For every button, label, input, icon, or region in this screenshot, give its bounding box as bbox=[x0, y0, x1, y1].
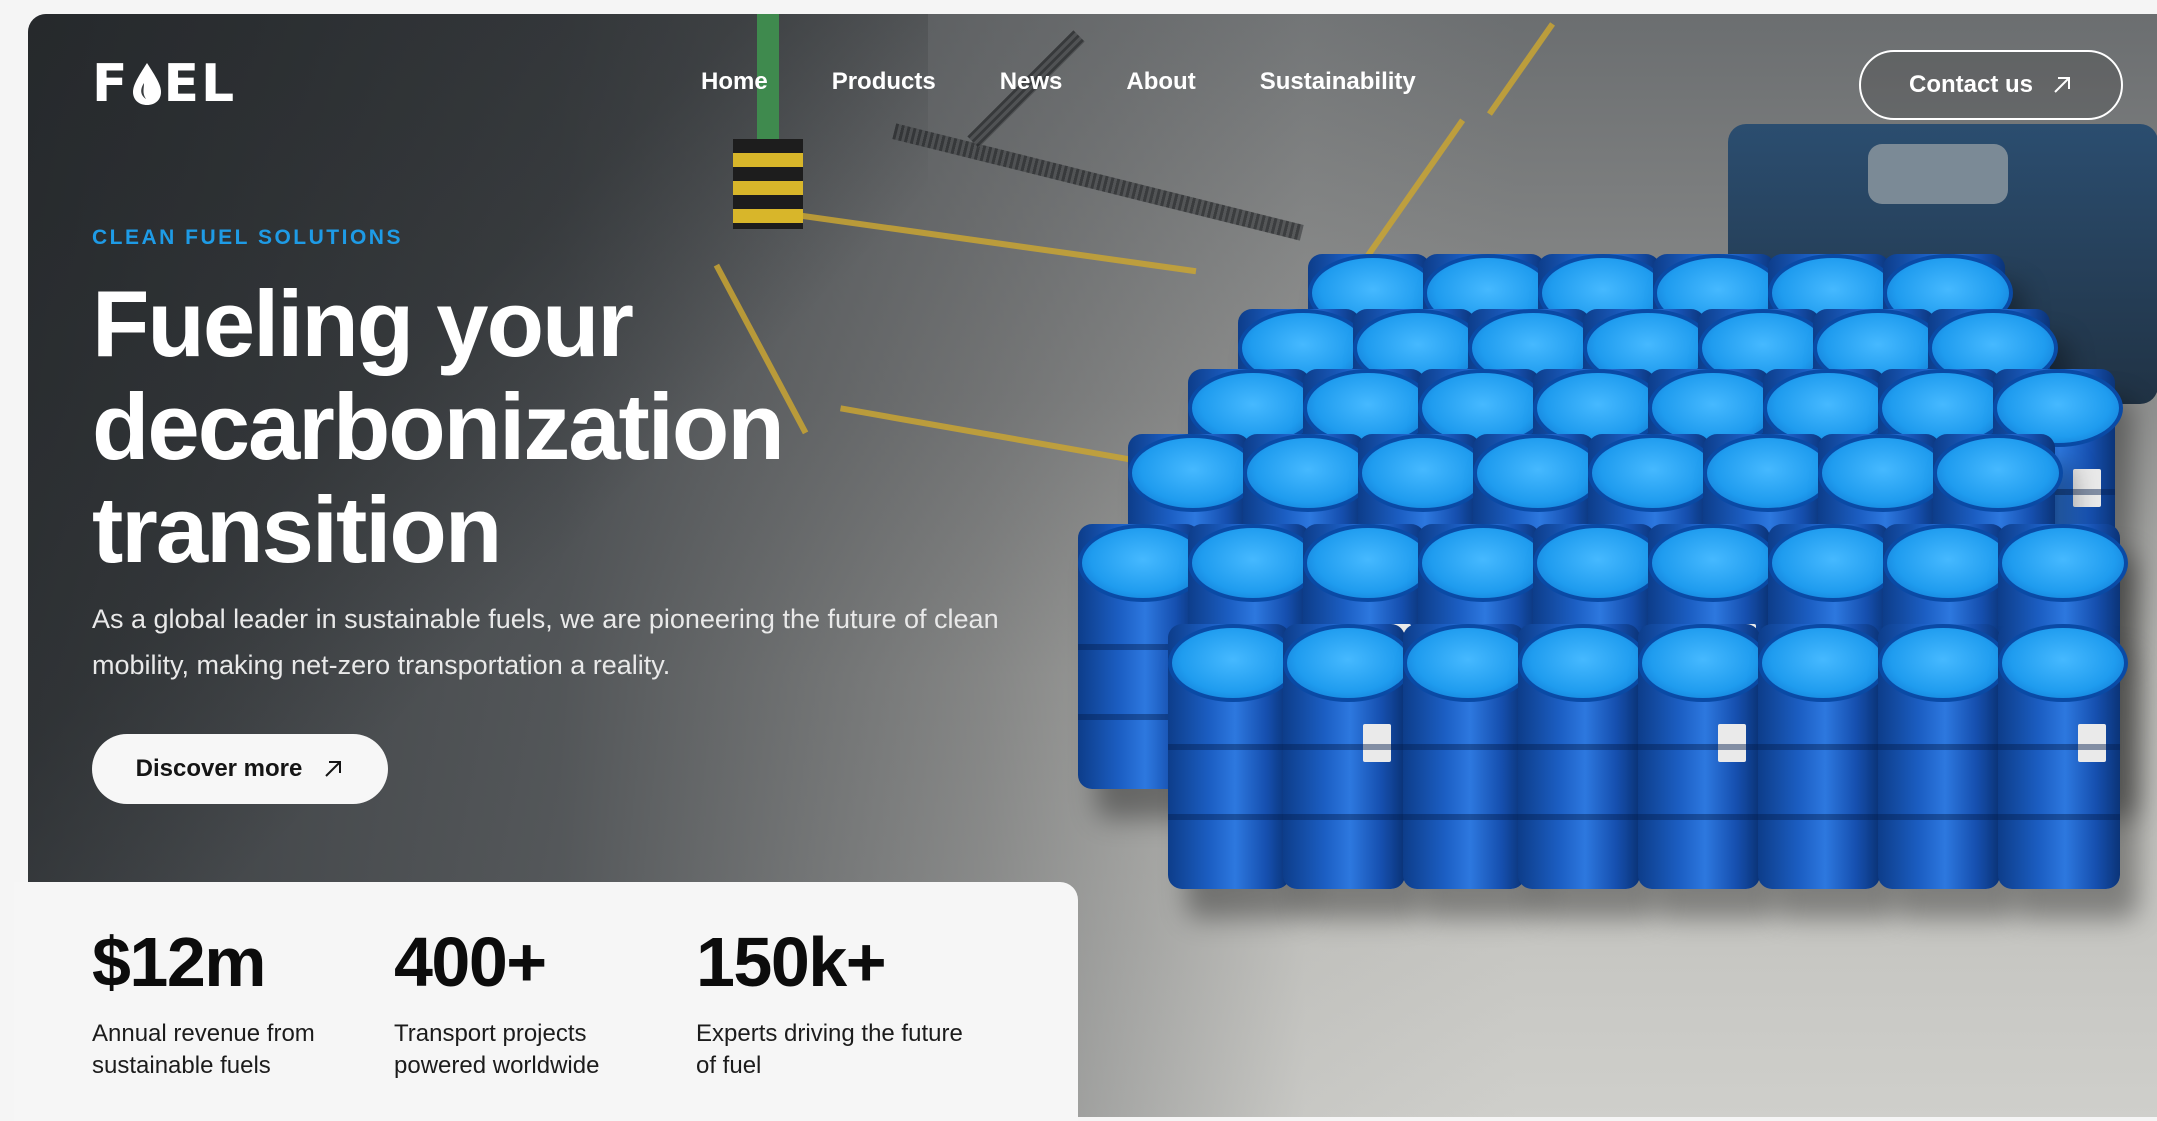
stat-value: 400+ bbox=[394, 923, 547, 1001]
flame-drop-icon bbox=[132, 63, 161, 105]
barrel-label bbox=[2078, 724, 2106, 762]
logo-text-left: F bbox=[92, 54, 130, 114]
barrel bbox=[1283, 624, 1413, 889]
headline-line-1: Fueling your bbox=[92, 271, 634, 376]
logo-text-right: EL bbox=[163, 54, 237, 114]
arrow-up-right-icon bbox=[325, 761, 342, 777]
barrel bbox=[1638, 624, 1768, 889]
hero-subtext: As a global leader in sustainable fuels,… bbox=[92, 596, 1072, 688]
subtext-line-2: mobility, making net-zero transportation… bbox=[92, 650, 671, 680]
stat-revenue: $12m Annual revenue from sustainable fue… bbox=[92, 922, 392, 1082]
contact-label: Contact us bbox=[1908, 71, 2033, 98]
nav-products[interactable]: Products bbox=[832, 68, 936, 96]
stat-value: $12m bbox=[92, 923, 267, 1001]
brand-logo[interactable]: F EL bbox=[92, 54, 237, 114]
stat-projects: 400+ Transport projects powered worldwid… bbox=[394, 922, 694, 1082]
main-nav: Home Products News About Sustainability bbox=[701, 68, 1480, 96]
barrel-label bbox=[2073, 469, 2101, 507]
barrel bbox=[1168, 624, 1298, 889]
floor-grate bbox=[892, 123, 1304, 241]
discover-more-button[interactable]: Discover more bbox=[92, 734, 388, 804]
discover-label: Discover more bbox=[135, 755, 303, 782]
barrel bbox=[1878, 624, 2008, 889]
barrel-label bbox=[1363, 724, 1391, 762]
stat-description: Annual revenue from sustainable fuels bbox=[92, 1018, 392, 1082]
barrel bbox=[1403, 624, 1533, 889]
nav-about[interactable]: About bbox=[1126, 68, 1195, 96]
safety-post bbox=[733, 14, 803, 229]
stat-description: Transport projects powered worldwide bbox=[394, 1018, 694, 1082]
forklift-seat bbox=[1868, 144, 2008, 204]
barrel bbox=[1758, 624, 1888, 889]
barrel-stack bbox=[1078, 234, 2157, 1117]
barrel bbox=[1518, 624, 1648, 889]
hero-eyebrow: CLEAN FUEL SOLUTIONS bbox=[92, 226, 403, 249]
stat-desc-line-2: sustainable fuels bbox=[92, 1052, 271, 1079]
arrow-up-right-icon bbox=[2054, 77, 2070, 93]
contact-button[interactable]: Contact us bbox=[1859, 50, 2123, 120]
post-base bbox=[733, 139, 803, 229]
stat-desc-line-1: Experts driving the future bbox=[696, 1020, 963, 1047]
stat-desc-line-1: Annual revenue from bbox=[92, 1020, 315, 1047]
stat-value: 150k+ bbox=[696, 923, 887, 1001]
stat-desc-line-2: powered worldwide bbox=[394, 1052, 600, 1079]
hero-headline: Fueling your decarbonization transition bbox=[92, 272, 892, 581]
stat-description: Experts driving the future of fuel bbox=[696, 1018, 996, 1082]
stats-panel: $12m Annual revenue from sustainable fue… bbox=[14, 882, 1078, 1121]
nav-home[interactable]: Home bbox=[701, 68, 768, 96]
barrel bbox=[1998, 624, 2128, 889]
headline-line-3: transition bbox=[92, 477, 502, 582]
barrel-label bbox=[1718, 724, 1746, 762]
nav-news[interactable]: News bbox=[1000, 68, 1063, 96]
stat-desc-line-2: of fuel bbox=[696, 1052, 762, 1079]
nav-sustainability[interactable]: Sustainability bbox=[1260, 68, 1416, 96]
headline-line-2: decarbonization bbox=[92, 374, 785, 479]
floor-marking bbox=[1486, 22, 1556, 116]
stat-desc-line-1: Transport projects bbox=[394, 1020, 587, 1047]
subtext-line-1: As a global leader in sustainable fuels,… bbox=[92, 604, 999, 634]
stat-experts: 150k+ Experts driving the future of fuel bbox=[696, 922, 996, 1082]
